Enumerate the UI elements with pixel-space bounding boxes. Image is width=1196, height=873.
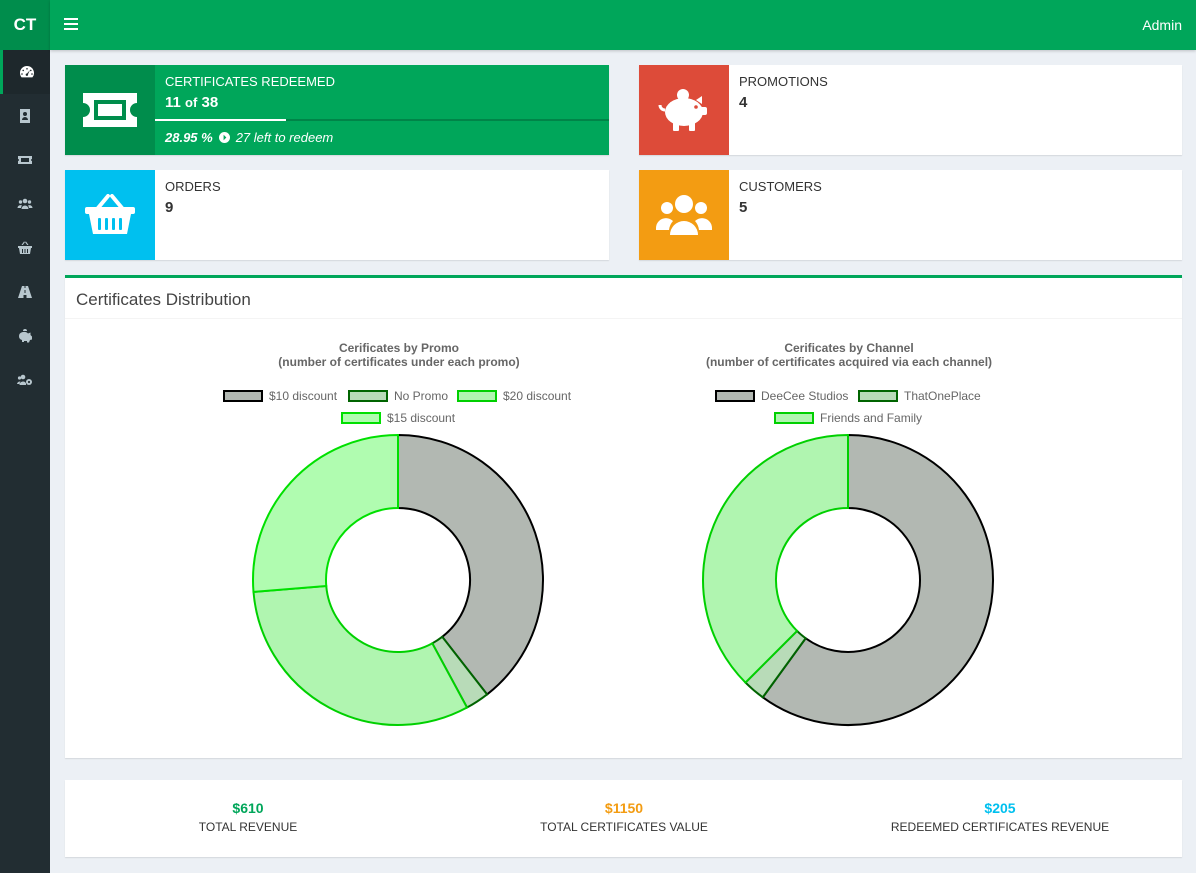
legend-label: $20 discount [503,389,572,403]
legend-swatch [223,390,263,402]
promo-chart-title-text: Cerificates by Promo [338,341,460,355]
certificates-left-text: 27 left to redeem [235,130,334,145]
redeemed-revenue-label: REDEEMED CERTIFICATES REVENUE [890,820,1110,834]
certificates-progress [155,119,609,121]
legend-label: Friends and Family [820,411,923,425]
orders-count: 9 [165,199,174,216]
users-cog-icon [17,374,32,385]
promotions-label: PROMOTIONS [739,74,828,89]
channel-chart-title-text: Cerificates by Channel [784,341,914,355]
certificates-progress-description: 28.95 % 27 left to redeem [165,130,333,145]
sidebar-item-channels[interactable] [0,270,50,314]
box-title: Certificates Distribution [76,290,251,309]
legend-item[interactable]: Friends and Family [774,411,922,425]
total-revenue-value: $610 [232,800,264,816]
channel-chart-title: Cerificates by Channel (number of certif… [639,341,1059,369]
total-revenue-stat: $610 TOTAL REVENUE [68,800,428,834]
legend-label: DeeCee Studios [761,389,849,403]
piggy-bank-icon [658,89,707,131]
legend-swatch [341,412,381,424]
certificates-label: CERTIFICATES REDEEMED [165,74,335,89]
sidebar-item-users[interactable] [0,358,50,402]
legend-item[interactable]: No Promo [348,389,448,403]
customers-count: 5 [739,199,748,216]
certificates-icon-wrap [65,65,155,155]
revenue-stats: $610 TOTAL REVENUE $1150 TOTAL CERTIFICA… [65,780,1182,857]
donut-slice[interactable] [252,433,399,594]
promotions-info-box: PROMOTIONS 4 [639,65,1182,155]
customers-icon-wrap [639,170,729,260]
legend-item[interactable]: ThatOnePlace [858,389,981,403]
customers-label: CUSTOMERS [739,179,822,194]
channel-chart-subtitle: (number of certificates acquired via eac… [705,355,993,369]
sidebar: CT [0,0,50,873]
redeemed-revenue-value: $205 [984,800,1016,816]
certificates-count: 11 of 38 [165,94,219,111]
sidebar-item-promotions[interactable] [0,314,50,358]
orders-label: ORDERS [165,179,221,194]
legend-label: No Promo [394,389,449,403]
legend-item[interactable]: $15 discount [341,411,455,425]
top-navbar: Admin [50,0,1196,50]
total-revenue-label: TOTAL REVENUE [198,820,298,834]
piggy-bank-icon [18,329,32,343]
ticket-icon [18,156,32,164]
customers-info-box: CUSTOMERS 5 [639,170,1182,260]
legend-swatch [348,390,388,402]
legend-label: $15 discount [387,411,456,425]
total-certificates-value-stat: $1150 TOTAL CERTIFICATES VALUE [444,800,804,834]
box-divider [65,318,1182,319]
sidebar-item-orders[interactable] [0,226,50,270]
address-book-icon [20,109,30,123]
sidebar-item-dashboard[interactable] [0,50,50,94]
users-icon [656,195,712,235]
redeemed-revenue-stat: $205 REDEEMED CERTIFICATES REVENUE [820,800,1180,834]
basket-icon [18,241,32,254]
dashboard-icon [19,66,34,78]
promo-chart-title: Cerificates by Promo (number of certific… [189,341,609,369]
certificates-distribution-box: Certificates Distribution Cerificates by… [65,275,1182,758]
sidebar-item-customers[interactable] [0,182,50,226]
basket-icon [85,194,135,234]
user-menu[interactable]: Admin [1142,17,1182,33]
menu-toggle-icon[interactable] [64,15,78,35]
legend-swatch [715,390,755,402]
legend-swatch [457,390,497,402]
arrow-circle-right-icon [218,132,230,143]
users-icon [17,198,33,209]
legend-swatch [858,390,898,402]
total-certificates-value: $1150 [604,800,644,816]
legend-label: $10 discount [269,389,338,403]
promo-chart-subtitle: (number of certificates under each promo… [278,355,520,369]
orders-info-box: ORDERS 9 [65,170,609,260]
legend-item[interactable]: $20 discount [457,389,571,403]
sidebar-item-certificates[interactable] [0,138,50,182]
certificates-percent: 28.95 % [165,130,213,145]
donut-slice[interactable] [702,433,849,684]
sidebar-item-contacts[interactable] [0,94,50,138]
road-icon [18,286,32,298]
channel-donut-chart [702,433,994,726]
promotions-icon-wrap [639,65,729,155]
legend-swatch [774,412,814,424]
legend-item[interactable]: $10 discount [223,389,337,403]
total-certificates-value-label: TOTAL CERTIFICATES VALUE [540,820,708,834]
certificates-info-box: CERTIFICATES REDEEMED 11 of 38 28.95 % 2… [65,65,609,155]
certificates-progress-fill [155,119,287,121]
legend-label: ThatOnePlace [904,389,981,403]
legend-item[interactable]: DeeCee Studios [715,389,848,403]
promotions-count: 4 [739,94,748,111]
donut-slice[interactable] [252,584,469,726]
promo-donut-chart [252,433,544,726]
ticket-icon [83,93,137,127]
app-logo[interactable]: CT [0,0,50,50]
orders-icon-wrap [65,170,155,260]
